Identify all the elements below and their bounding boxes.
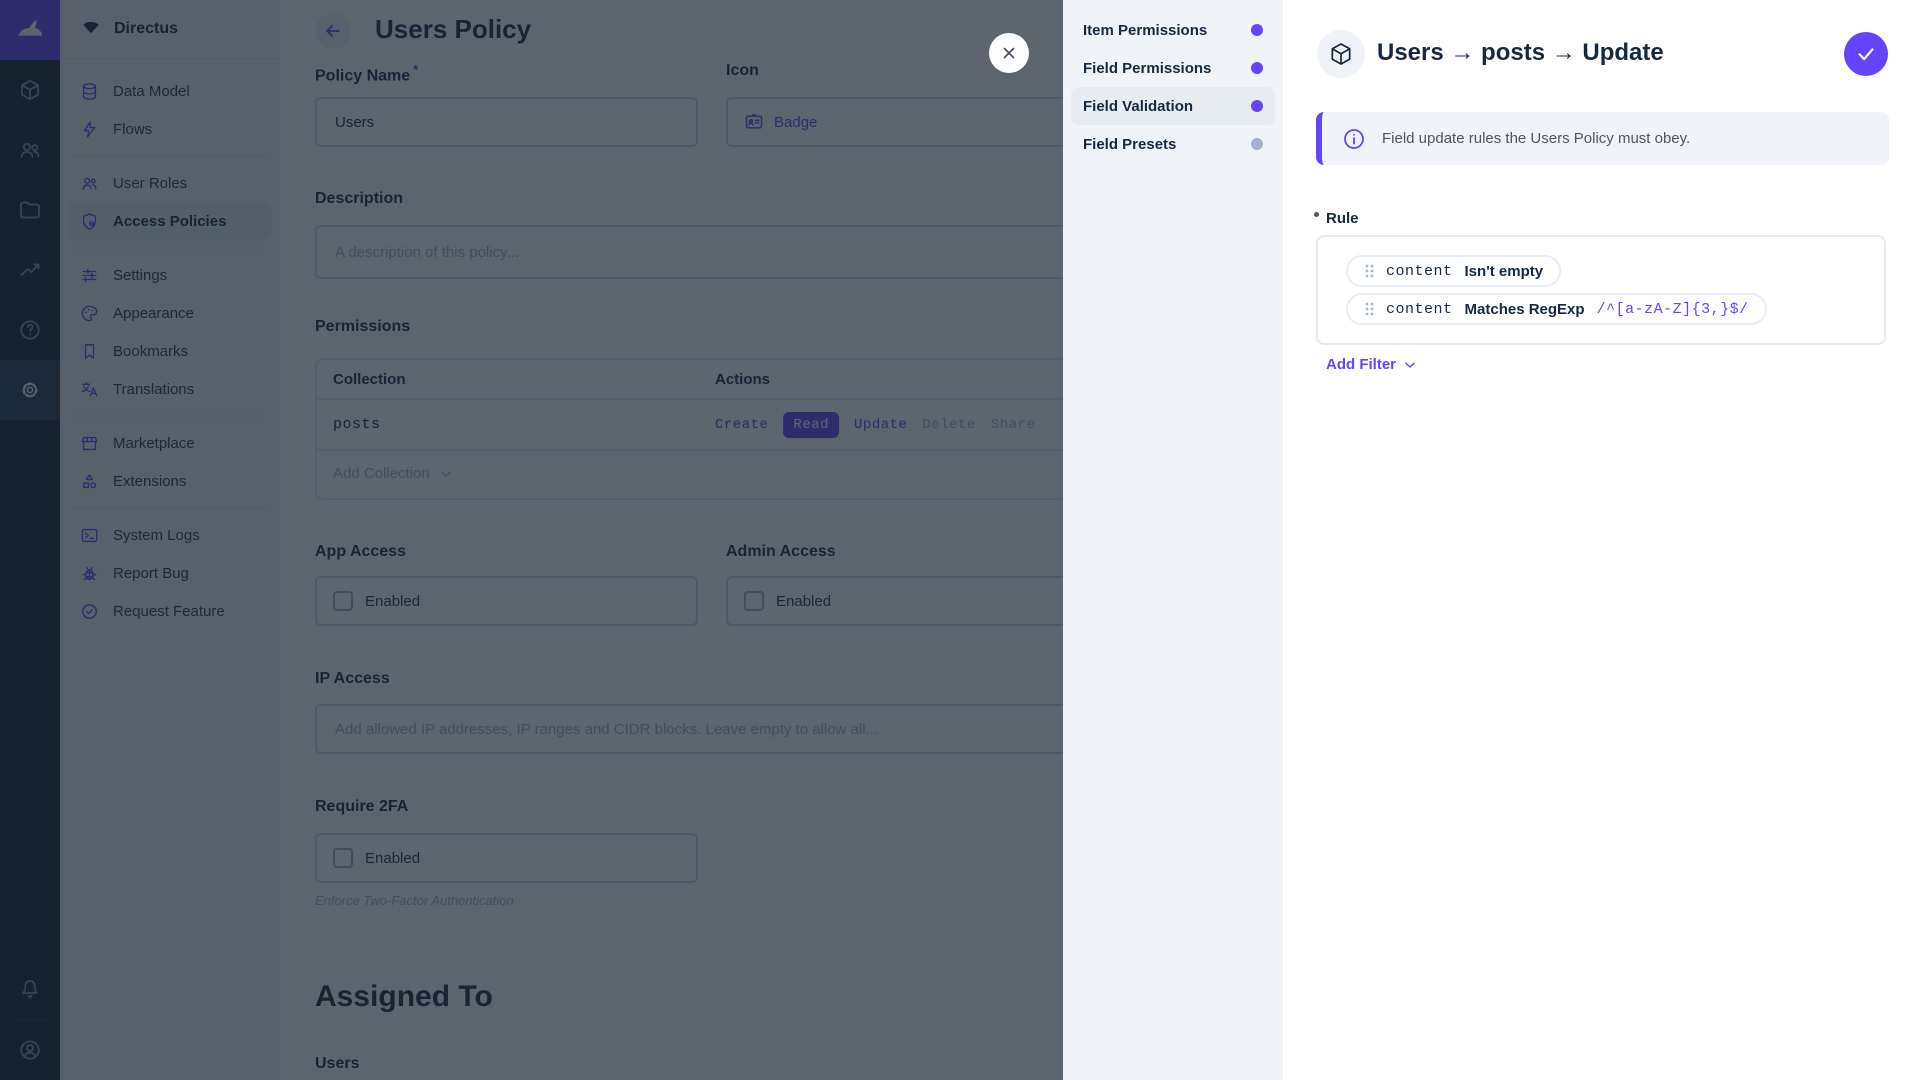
background-page: Directus Data Model Flows [0, 0, 1063, 1080]
directus-app: Directus Data Model Flows [0, 0, 1920, 1080]
add-filter-button[interactable]: Add Filter [1326, 356, 1418, 373]
save-button[interactable] [1844, 32, 1888, 76]
rule-card: content Isn't empty content Matches RegE… [1316, 235, 1886, 345]
rule-label-row: Rule [1314, 210, 1359, 227]
tab-field-validation[interactable]: Field Validation [1071, 87, 1275, 125]
check-icon [1855, 43, 1877, 65]
info-icon [1342, 127, 1366, 151]
tab-field-presets[interactable]: Field Presets [1071, 125, 1275, 163]
filter-operator[interactable]: Matches RegExp [1465, 301, 1585, 318]
close-drawer-button[interactable] [989, 33, 1029, 73]
permissions-drawer: Item Permissions Field Permissions Field… [1063, 0, 1920, 1080]
drag-handle-icon[interactable] [1364, 263, 1374, 279]
drawer-main: Users → posts → Update Field update rule… [1283, 0, 1920, 1080]
edited-indicator-dot [1314, 212, 1319, 217]
status-dot [1251, 138, 1263, 150]
chevron-down-icon [1402, 357, 1418, 373]
drawer-title: Users → posts → Update [1377, 39, 1664, 67]
tab-label: Field Permissions [1083, 60, 1211, 77]
drawer-scrim[interactable] [0, 0, 1063, 1080]
close-icon [1000, 44, 1018, 62]
drag-handle-icon[interactable] [1364, 301, 1374, 317]
cube-icon [1328, 41, 1354, 67]
filter-value[interactable]: /^[a-zA-Z]{3,}$/ [1597, 301, 1749, 318]
rule-label: Rule [1326, 210, 1359, 227]
info-banner: Field update rules the Users Policy must… [1316, 112, 1889, 165]
filter-operator[interactable]: Isn't empty [1465, 263, 1544, 280]
filter-rule-1[interactable]: content Isn't empty [1346, 255, 1561, 287]
drawer-header-chip [1317, 30, 1365, 78]
status-dot [1251, 100, 1263, 112]
tab-item-permissions[interactable]: Item Permissions [1071, 11, 1275, 49]
banner-text: Field update rules the Users Policy must… [1382, 130, 1690, 147]
tab-label: Field Presets [1083, 136, 1176, 153]
filter-field[interactable]: content [1386, 301, 1453, 318]
filter-rule-2[interactable]: content Matches RegExp /^[a-zA-Z]{3,}$/ [1346, 293, 1767, 325]
status-dot [1251, 24, 1263, 36]
tab-label: Item Permissions [1083, 22, 1207, 39]
tab-label: Field Validation [1083, 98, 1193, 115]
tab-field-permissions[interactable]: Field Permissions [1071, 49, 1275, 87]
status-dot [1251, 62, 1263, 74]
filter-field[interactable]: content [1386, 263, 1453, 280]
drawer-nav: Item Permissions Field Permissions Field… [1063, 0, 1283, 1080]
